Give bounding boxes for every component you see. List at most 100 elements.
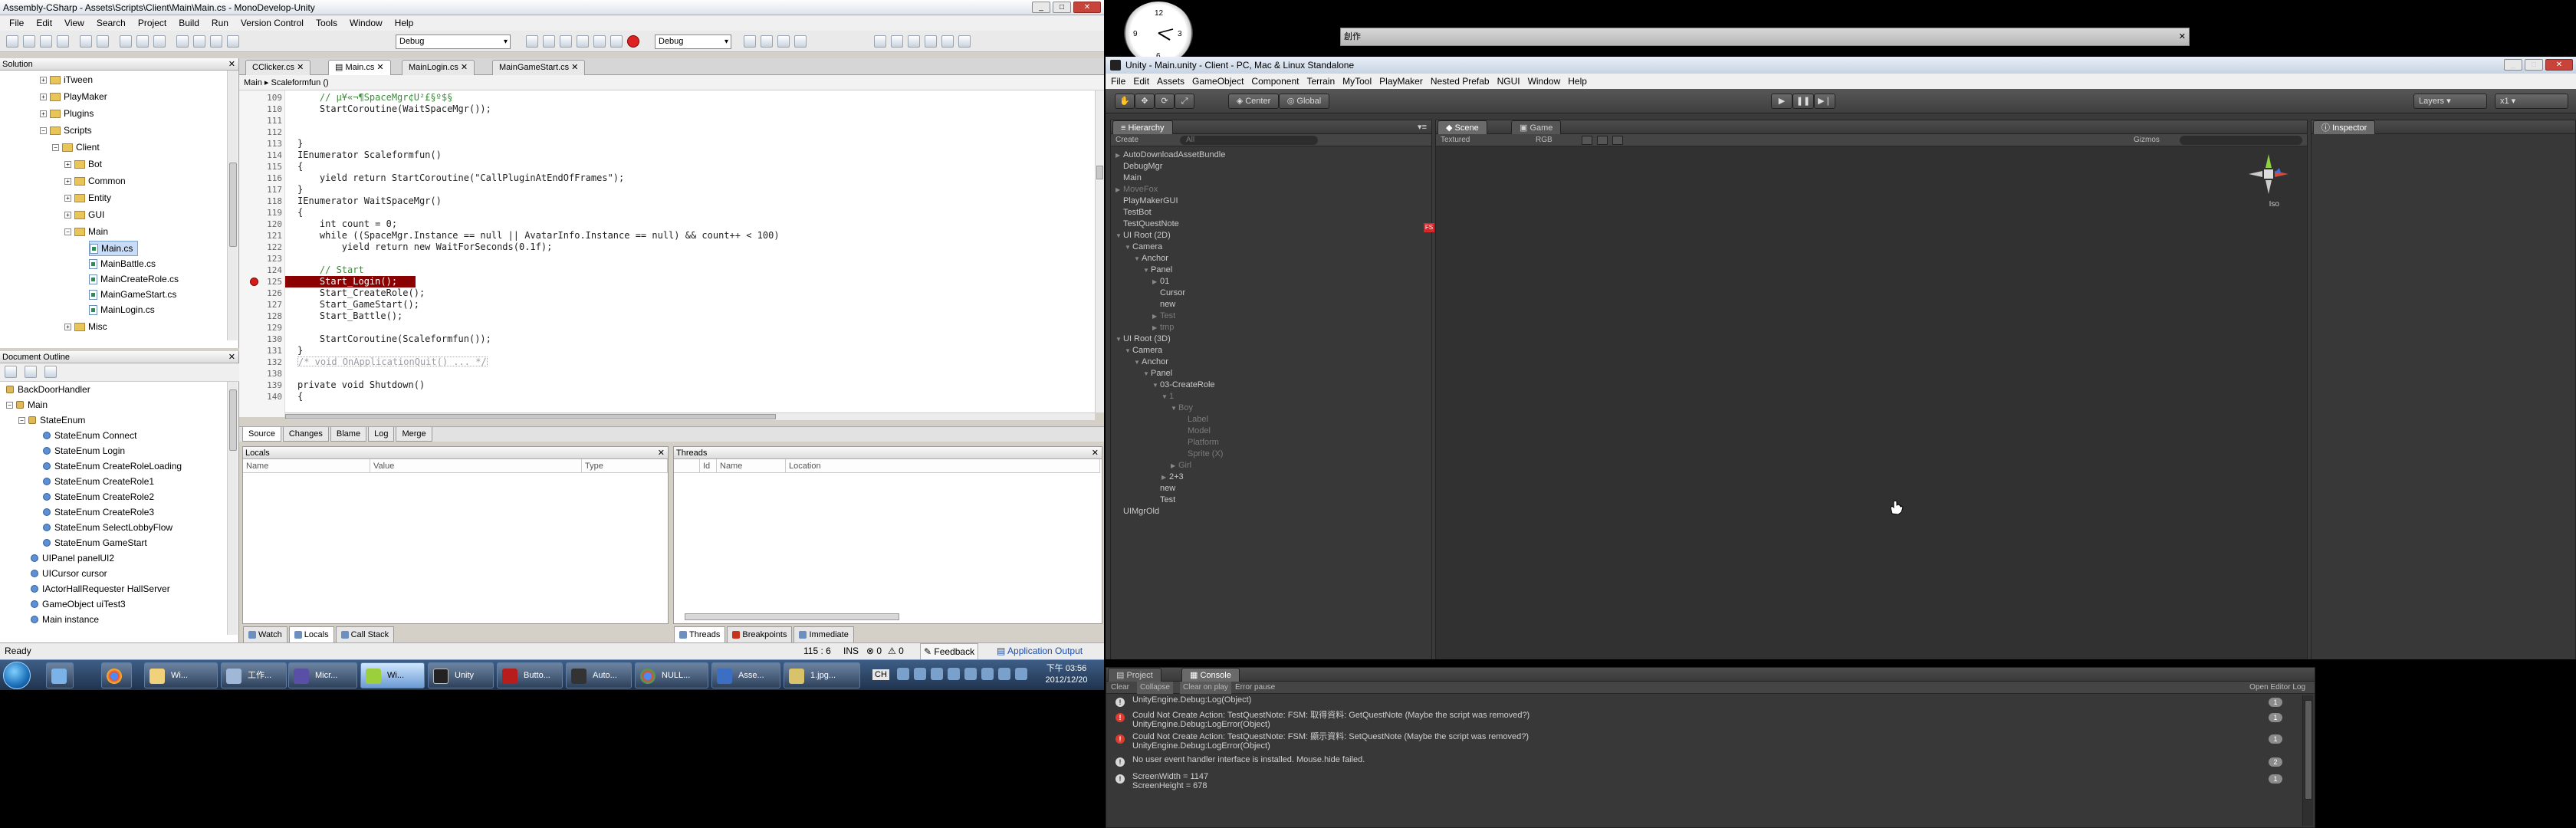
outline-item[interactable]: StateEnum Connect: [43, 428, 136, 443]
tab-call-stack[interactable]: Call Stack: [335, 626, 395, 643]
outline-item[interactable]: Main instance: [31, 612, 99, 627]
breadcrumb-member[interactable]: Scaleformfun (): [271, 78, 328, 87]
outline-item[interactable]: StateEnum CreateRole2: [43, 489, 154, 504]
layout-dropdown[interactable]: x1 ▾: [2495, 94, 2568, 109]
pivot-global-toggle[interactable]: ◎ Global: [1279, 94, 1329, 109]
tray-icon[interactable]: [897, 668, 909, 680]
code-line[interactable]: }: [297, 184, 303, 196]
code-line[interactable]: while ((SpaceMgr.Instance == null || Ava…: [297, 230, 780, 242]
scene-search[interactable]: [2180, 136, 2302, 145]
column-name[interactable]: Name: [243, 459, 370, 473]
expand-arrow-icon[interactable]: ▼: [1143, 264, 1151, 276]
taskbar-item[interactable]: Butto...: [497, 662, 563, 688]
taskbar-item-active[interactable]: Wi...: [360, 662, 425, 688]
menu-ngui[interactable]: NGUI: [1493, 76, 1524, 87]
expand-icon[interactable]: +: [64, 323, 71, 330]
threads-horizontal-scrollbar[interactable]: [685, 613, 899, 620]
shading-dropdown[interactable]: Textured: [1441, 134, 1470, 146]
clock[interactable]: 下午 03:56 2012/12/20: [1040, 663, 1093, 686]
close-icon[interactable]: ✕: [571, 63, 578, 72]
console-error-entry[interactable]: ! Could Not Create Action: TestQuestNote:…: [1106, 711, 2302, 732]
configuration-combo[interactable]: Debug: [396, 34, 511, 49]
scrollbar-thumb[interactable]: [1096, 166, 1103, 179]
hierarchy-item[interactable]: Cursor: [1152, 288, 1185, 299]
tab-game[interactable]: ▣ Game: [1511, 120, 1562, 134]
clear-button[interactable]: Clear: [1111, 682, 1129, 694]
layers-dropdown[interactable]: Layers ▾: [2413, 94, 2487, 109]
menu-project[interactable]: Project: [132, 18, 172, 28]
outline-item[interactable]: StateEnum GameStart: [43, 535, 147, 550]
taskbar-item[interactable]: NULL...: [635, 662, 708, 688]
menu-mytool[interactable]: MyTool: [1339, 76, 1375, 87]
tree-item[interactable]: + Plugins: [40, 106, 94, 121]
audio-toggle-icon[interactable]: [1612, 136, 1623, 145]
line-number[interactable]: 118: [239, 196, 282, 207]
outline-item[interactable]: BackDoorHandler: [6, 382, 90, 397]
menu-window[interactable]: Window: [343, 18, 389, 28]
line-number[interactable]: 138: [239, 368, 282, 380]
menu-edit[interactable]: Edit: [30, 18, 58, 28]
hand-tool-icon[interactable]: ✋: [1115, 94, 1135, 109]
expand-arrow-icon[interactable]: ▼: [1116, 334, 1123, 345]
close-icon[interactable]: ✕: [228, 58, 235, 71]
code-line[interactable]: // Start: [297, 264, 364, 276]
background-window[interactable]: 創作 ✕: [1340, 28, 2190, 46]
close-icon[interactable]: ✕: [1092, 447, 1099, 459]
breakpoint-icon[interactable]: [250, 278, 258, 286]
collapse-icon[interactable]: −: [6, 401, 13, 409]
code-line[interactable]: StartCoroutine(WaitSpaceMgr());: [297, 104, 491, 115]
expand-arrow-icon[interactable]: ▶: [1116, 150, 1123, 161]
debug-pause-icon[interactable]: [891, 35, 903, 48]
code-line[interactable]: IEnumerator WaitSpaceMgr(): [297, 196, 442, 207]
collapse-icon[interactable]: −: [18, 416, 25, 424]
group-icon[interactable]: [25, 366, 37, 378]
taskbar-item[interactable]: Auto...: [566, 662, 632, 688]
close-icon[interactable]: ✕: [461, 63, 468, 72]
warning-count[interactable]: ⚠ 0: [888, 643, 904, 659]
code-line[interactable]: Start_Battle();: [297, 310, 402, 322]
line-number[interactable]: 115: [239, 161, 282, 172]
tab-source[interactable]: Source: [242, 427, 281, 442]
expand-arrow-icon[interactable]: ▶: [1171, 460, 1178, 472]
minimize-button[interactable]: _: [1032, 2, 1050, 13]
code-line[interactable]: yield return StartCoroutine("CallPluginA…: [297, 172, 624, 184]
zoom-out-icon[interactable]: [761, 35, 773, 48]
menu-window[interactable]: Window: [1524, 76, 1565, 87]
debug-step-in-icon[interactable]: [925, 35, 937, 48]
line-number[interactable]: 111: [239, 115, 282, 127]
solution-scrollbar[interactable]: [227, 71, 238, 340]
expand-arrow-icon[interactable]: ▶: [1152, 322, 1160, 334]
close-icon[interactable]: ✕: [297, 63, 304, 72]
menu-view[interactable]: View: [58, 18, 90, 28]
code-line[interactable]: {: [297, 161, 303, 172]
hierarchy-item[interactable]: ▶ tmp: [1152, 322, 1174, 334]
hierarchy-item[interactable]: ▶ 2+3: [1162, 472, 1184, 483]
menu-nested-prefab[interactable]: Nested Prefab: [1427, 76, 1493, 87]
hierarchy-item[interactable]: ▼ Camera: [1125, 242, 1162, 253]
code-line[interactable]: /* void OnApplicationQuit() ... */: [297, 356, 488, 366]
menu-help[interactable]: Help: [389, 18, 420, 28]
run-icon[interactable]: [210, 35, 222, 48]
settings-icon[interactable]: [794, 35, 807, 48]
close-icon[interactable]: ✕: [658, 447, 665, 459]
hierarchy-item[interactable]: Platform: [1180, 437, 1219, 449]
breakpoint-icon[interactable]: [627, 35, 639, 48]
close-button[interactable]: ✕: [2545, 59, 2573, 71]
taskbar-item[interactable]: Micr...: [288, 662, 357, 688]
tab-main[interactable]: ▤ Main.cs ✕: [328, 60, 391, 75]
taskbar-item[interactable]: Unity: [428, 662, 494, 688]
hierarchy-search[interactable]: All: [1180, 136, 1318, 145]
expand-arrow-icon[interactable]: ▶: [1116, 184, 1123, 196]
expand-arrow-icon[interactable]: ▼: [1125, 242, 1132, 253]
platform-combo[interactable]: Debug: [655, 34, 731, 49]
tree-item[interactable]: MainCreateRole.cs: [89, 271, 179, 287]
expand-arrow-icon[interactable]: ▼: [1171, 402, 1178, 414]
code-line[interactable]: Start_Login();: [285, 276, 416, 288]
hierarchy-item[interactable]: new: [1152, 299, 1175, 310]
hierarchy-item[interactable]: ▶ 01: [1152, 276, 1169, 288]
gizmos-dropdown[interactable]: Gizmos: [2134, 134, 2160, 146]
expand-icon[interactable]: +: [40, 93, 47, 100]
menu-file[interactable]: File: [3, 18, 30, 28]
expand-arrow-icon[interactable]: ▶: [1152, 276, 1160, 288]
line-number[interactable]: 112: [239, 127, 282, 138]
